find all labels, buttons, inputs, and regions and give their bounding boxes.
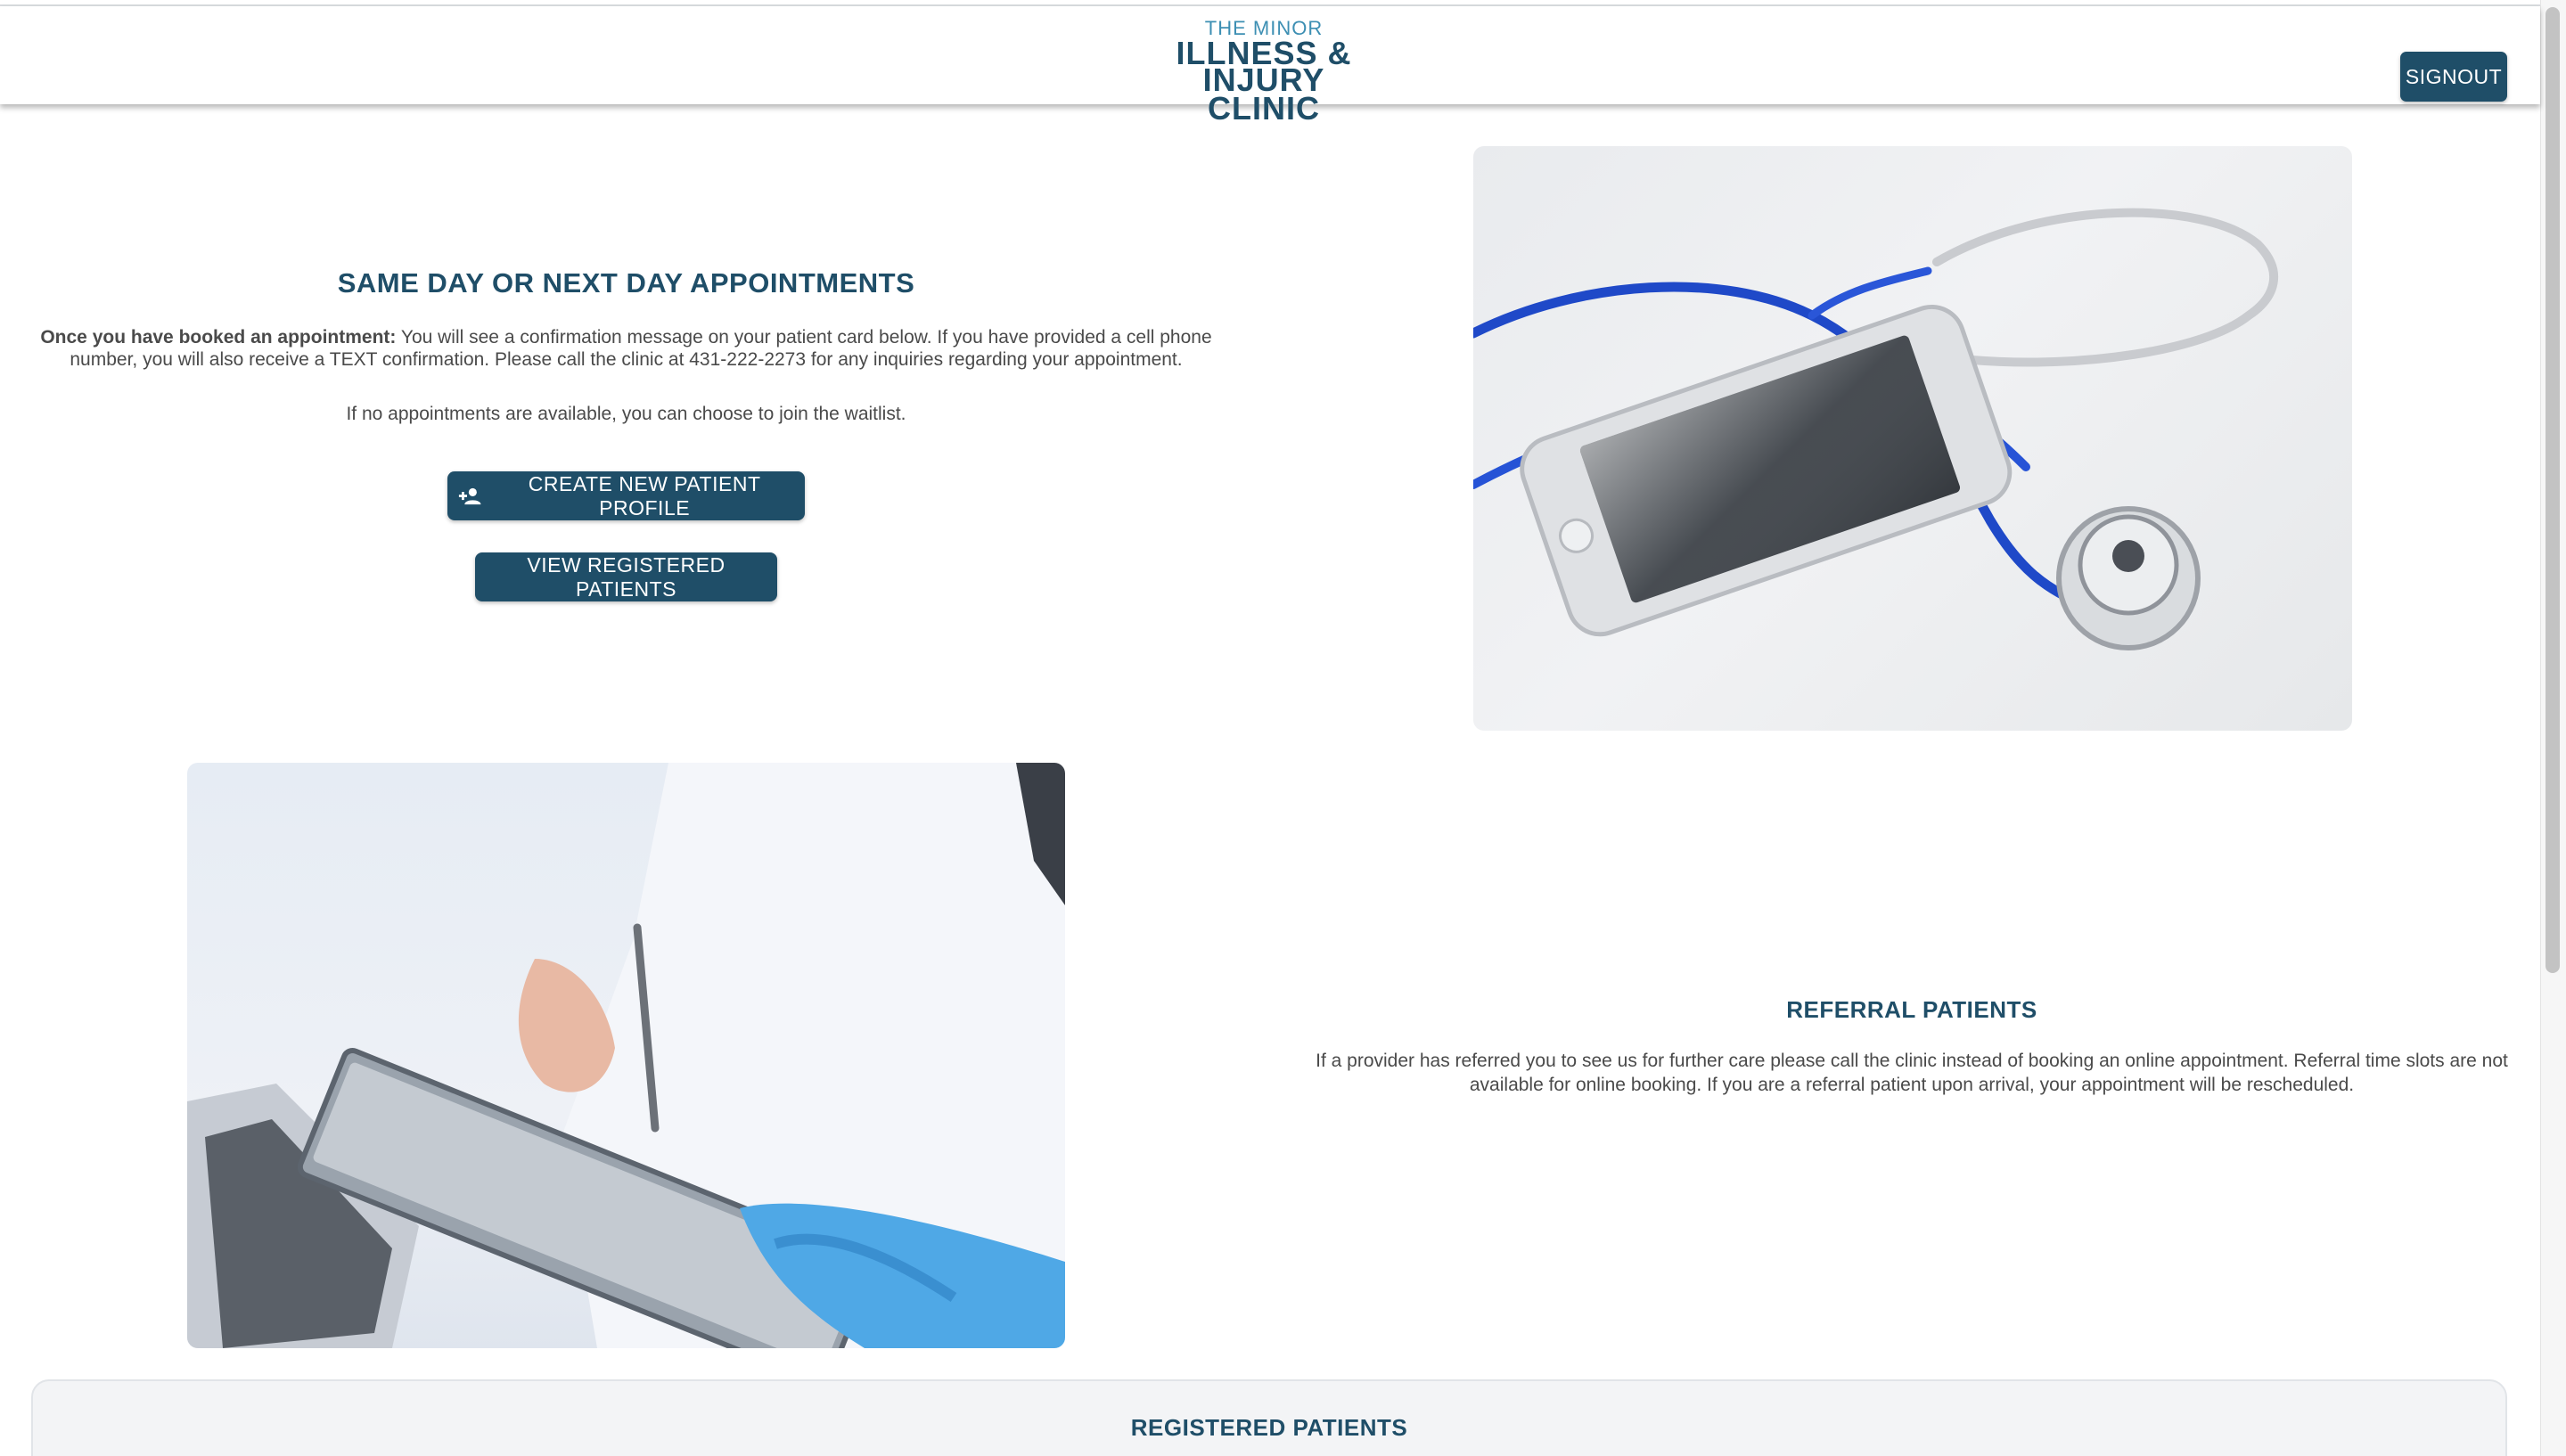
site-header: THE MINOR ILLNESS & INJURY CLINIC SIGNOU… (0, 6, 2540, 125)
view-registered-patients-button[interactable]: VIEW REGISTERED PATIENTS (475, 552, 777, 601)
stethoscope-illustration (1473, 208, 2278, 650)
appointments-section: SAME DAY OR NEXT DAY APPOINTMENTS Once y… (36, 267, 1217, 601)
scrollbar-thumb[interactable] (2546, 7, 2560, 973)
logo-line-2: ILLNESS & INJURY (1176, 35, 1352, 98)
referral-text: If a provider has referred you to see us… (1316, 1051, 2508, 1095)
appointments-intro-bold: Once you have booked an appointment: (40, 327, 397, 348)
doctor-clipboard-photo (187, 763, 1065, 1348)
signout-button[interactable]: SIGNOUT (2400, 52, 2507, 102)
doctor-illustration (187, 763, 1065, 1348)
referral-title: REFERRAL PATIENTS (1786, 996, 2037, 1023)
top-border (0, 0, 2540, 6)
person-add-icon (458, 487, 481, 504)
waitlist-text: If no appointments are available, you ca… (346, 404, 906, 424)
logo-line-3: CLINIC (1208, 90, 1320, 127)
appointments-title: SAME DAY OR NEXT DAY APPOINTMENTS (337, 267, 915, 299)
clinic-logo[interactable]: THE MINOR ILLNESS & INJURY CLINIC (1117, 19, 1411, 127)
registered-patients-panel: REGISTERED PATIENTS (31, 1379, 2507, 1456)
registered-patients-title: REGISTERED PATIENTS (1130, 1414, 1408, 1441)
appointments-intro: Once you have booked an appointment: You… (36, 326, 1217, 371)
stethoscope-phone-photo (1473, 146, 2352, 731)
create-new-patient-profile-button[interactable]: CREATE NEW PATIENT PROFILE (447, 471, 805, 520)
referral-section: REFERRAL PATIENTS If a provider has refe… (1310, 996, 2513, 1097)
create-button-label: CREATE NEW PATIENT PROFILE (528, 471, 761, 519)
